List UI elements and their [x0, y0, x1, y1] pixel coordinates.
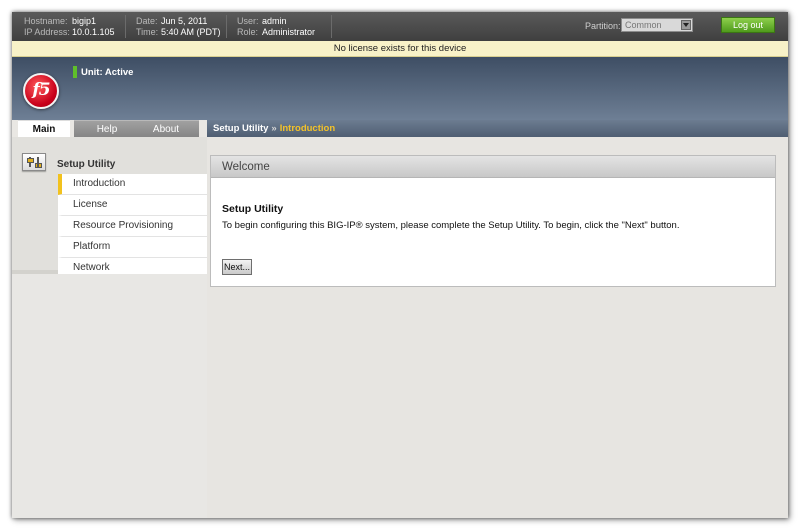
slider-knob-icon: [27, 158, 34, 163]
slider-knob-icon: [35, 163, 42, 168]
unit-status-indicator-icon: [73, 66, 77, 78]
tab-main[interactable]: Main: [18, 120, 70, 137]
chevron-down-icon[interactable]: [681, 20, 691, 30]
welcome-panel: Welcome Setup Utility To begin configuri…: [210, 155, 776, 287]
sidebar-item-license[interactable]: License: [58, 195, 207, 216]
tab-help[interactable]: Help: [74, 120, 140, 137]
role-label: Role:: [237, 27, 259, 37]
logout-button[interactable]: Log out: [721, 17, 775, 33]
sidebar-item-resource-provisioning[interactable]: Resource Provisioning: [58, 216, 207, 237]
license-banner: No license exists for this device: [12, 41, 788, 57]
sidebar: Setup Utility Introduction License Resou…: [12, 137, 207, 279]
tab-about[interactable]: About: [133, 120, 199, 137]
hostname-label: Hostname:: [24, 16, 68, 26]
divider: [125, 15, 126, 38]
sidebar-heading: Setup Utility: [57, 159, 116, 170]
date-info: Date: Jun 5, 2011 Time: 5:40 AM (PDT): [136, 16, 221, 38]
date-label: Date:: [136, 16, 158, 26]
ip-value: 10.0.1.105: [72, 27, 115, 37]
divider: [331, 15, 332, 38]
content-title: Setup Utility: [222, 203, 284, 215]
breadcrumb-current: Introduction: [279, 123, 336, 134]
partition-value: Common: [625, 20, 662, 30]
role-value: Administrator: [262, 27, 316, 37]
breadcrumb-parent[interactable]: Setup Utility: [213, 123, 268, 134]
date-value: Jun 5, 2011: [161, 16, 208, 26]
header-band: f5 Unit: Active: [12, 57, 788, 120]
unit-status: Unit: Active: [81, 67, 134, 78]
partition-label: Partition:: [585, 21, 621, 31]
f5-logo: f5: [23, 73, 59, 109]
user-info: User: admin Role: Administrator: [237, 16, 315, 38]
divider: [226, 15, 227, 38]
sidebar-item-platform[interactable]: Platform: [58, 237, 207, 258]
breadcrumb: Setup Utility» Introduction: [207, 120, 788, 137]
sidebar-menu: Introduction License Resource Provisioni…: [58, 174, 207, 279]
hostname-value: bigip1: [72, 16, 97, 26]
next-button[interactable]: Next...: [222, 259, 252, 275]
content-text: To begin configuring this BIG-IP® system…: [222, 220, 680, 231]
sidebar-lower: [12, 274, 207, 518]
ip-label: IP Address:: [24, 27, 70, 37]
time-value: 5:40 AM (PDT): [161, 27, 221, 37]
breadcrumb-separator-icon: »: [271, 123, 277, 134]
sidebar-item-introduction[interactable]: Introduction: [58, 174, 207, 195]
user-value: admin: [262, 16, 287, 26]
host-info: Hostname: bigip1 IP Address: 10.0.1.105: [24, 16, 115, 38]
browser-frame: Hostname: bigip1 IP Address: 10.0.1.105 Da…: [12, 12, 788, 518]
setup-utility-icon: [22, 153, 46, 171]
panel-title: Welcome: [211, 156, 775, 178]
time-label: Time:: [136, 27, 159, 37]
partition-select[interactable]: Common: [621, 18, 693, 32]
top-status-bar: Hostname: bigip1 IP Address: 10.0.1.105 Da…: [12, 12, 788, 41]
user-label: User:: [237, 16, 259, 26]
